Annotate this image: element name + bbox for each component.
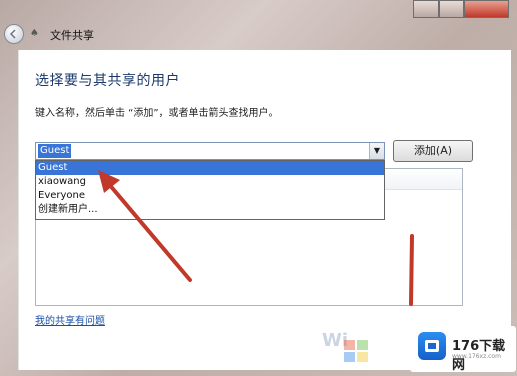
dropdown-arrow-button[interactable]: ▼ [369, 143, 384, 159]
content-panel: 选择要与其共享的用户 键入名称，然后单击 “添加”，或者单击箭头查找用户。 Gu… [18, 50, 511, 370]
back-button[interactable] [4, 24, 24, 44]
site-logo-icon [418, 332, 446, 360]
window-frame: ♠ 文件共享 选择要与其共享的用户 键入名称，然后单击 “添加”，或者单击箭头查… [0, 0, 517, 376]
close-button[interactable] [464, 0, 509, 18]
page-title: 选择要与其共享的用户 [35, 73, 180, 89]
user-dropdown-list[interactable]: Guest xiaowang Everyone 创建新用户... [35, 160, 385, 220]
back-arrow-icon [9, 29, 16, 39]
window-controls [413, 0, 509, 18]
combobox-value[interactable]: Guest [38, 144, 72, 158]
dropdown-item-everyone[interactable]: Everyone [36, 189, 384, 203]
title-bar: ♠ 文件共享 [0, 20, 517, 48]
window-title: 文件共享 [50, 29, 94, 42]
watermark-url: www.176xz.com [452, 353, 501, 360]
dropdown-item-create-user[interactable]: 创建新用户... [36, 203, 384, 217]
instruction-text: 键入名称，然后单击 “添加”，或者单击箭头查找用户。 [35, 108, 279, 119]
share-icon: ♠ [30, 28, 39, 39]
maximize-button[interactable] [438, 0, 465, 18]
windows-logo-icon [344, 340, 368, 362]
dropdown-item-xiaowang[interactable]: xiaowang [36, 175, 384, 189]
site-watermark: 176下载网 www.176xz.com [410, 326, 516, 373]
dropdown-item-guest[interactable]: Guest [36, 161, 384, 175]
sharing-help-link[interactable]: 我的共享有问题 [35, 312, 105, 327]
chevron-down-icon: ▼ [373, 146, 381, 155]
minimize-button[interactable] [413, 0, 439, 18]
add-button[interactable]: 添加(A) [393, 140, 473, 162]
user-combobox[interactable]: Guest ▼ [35, 142, 385, 160]
